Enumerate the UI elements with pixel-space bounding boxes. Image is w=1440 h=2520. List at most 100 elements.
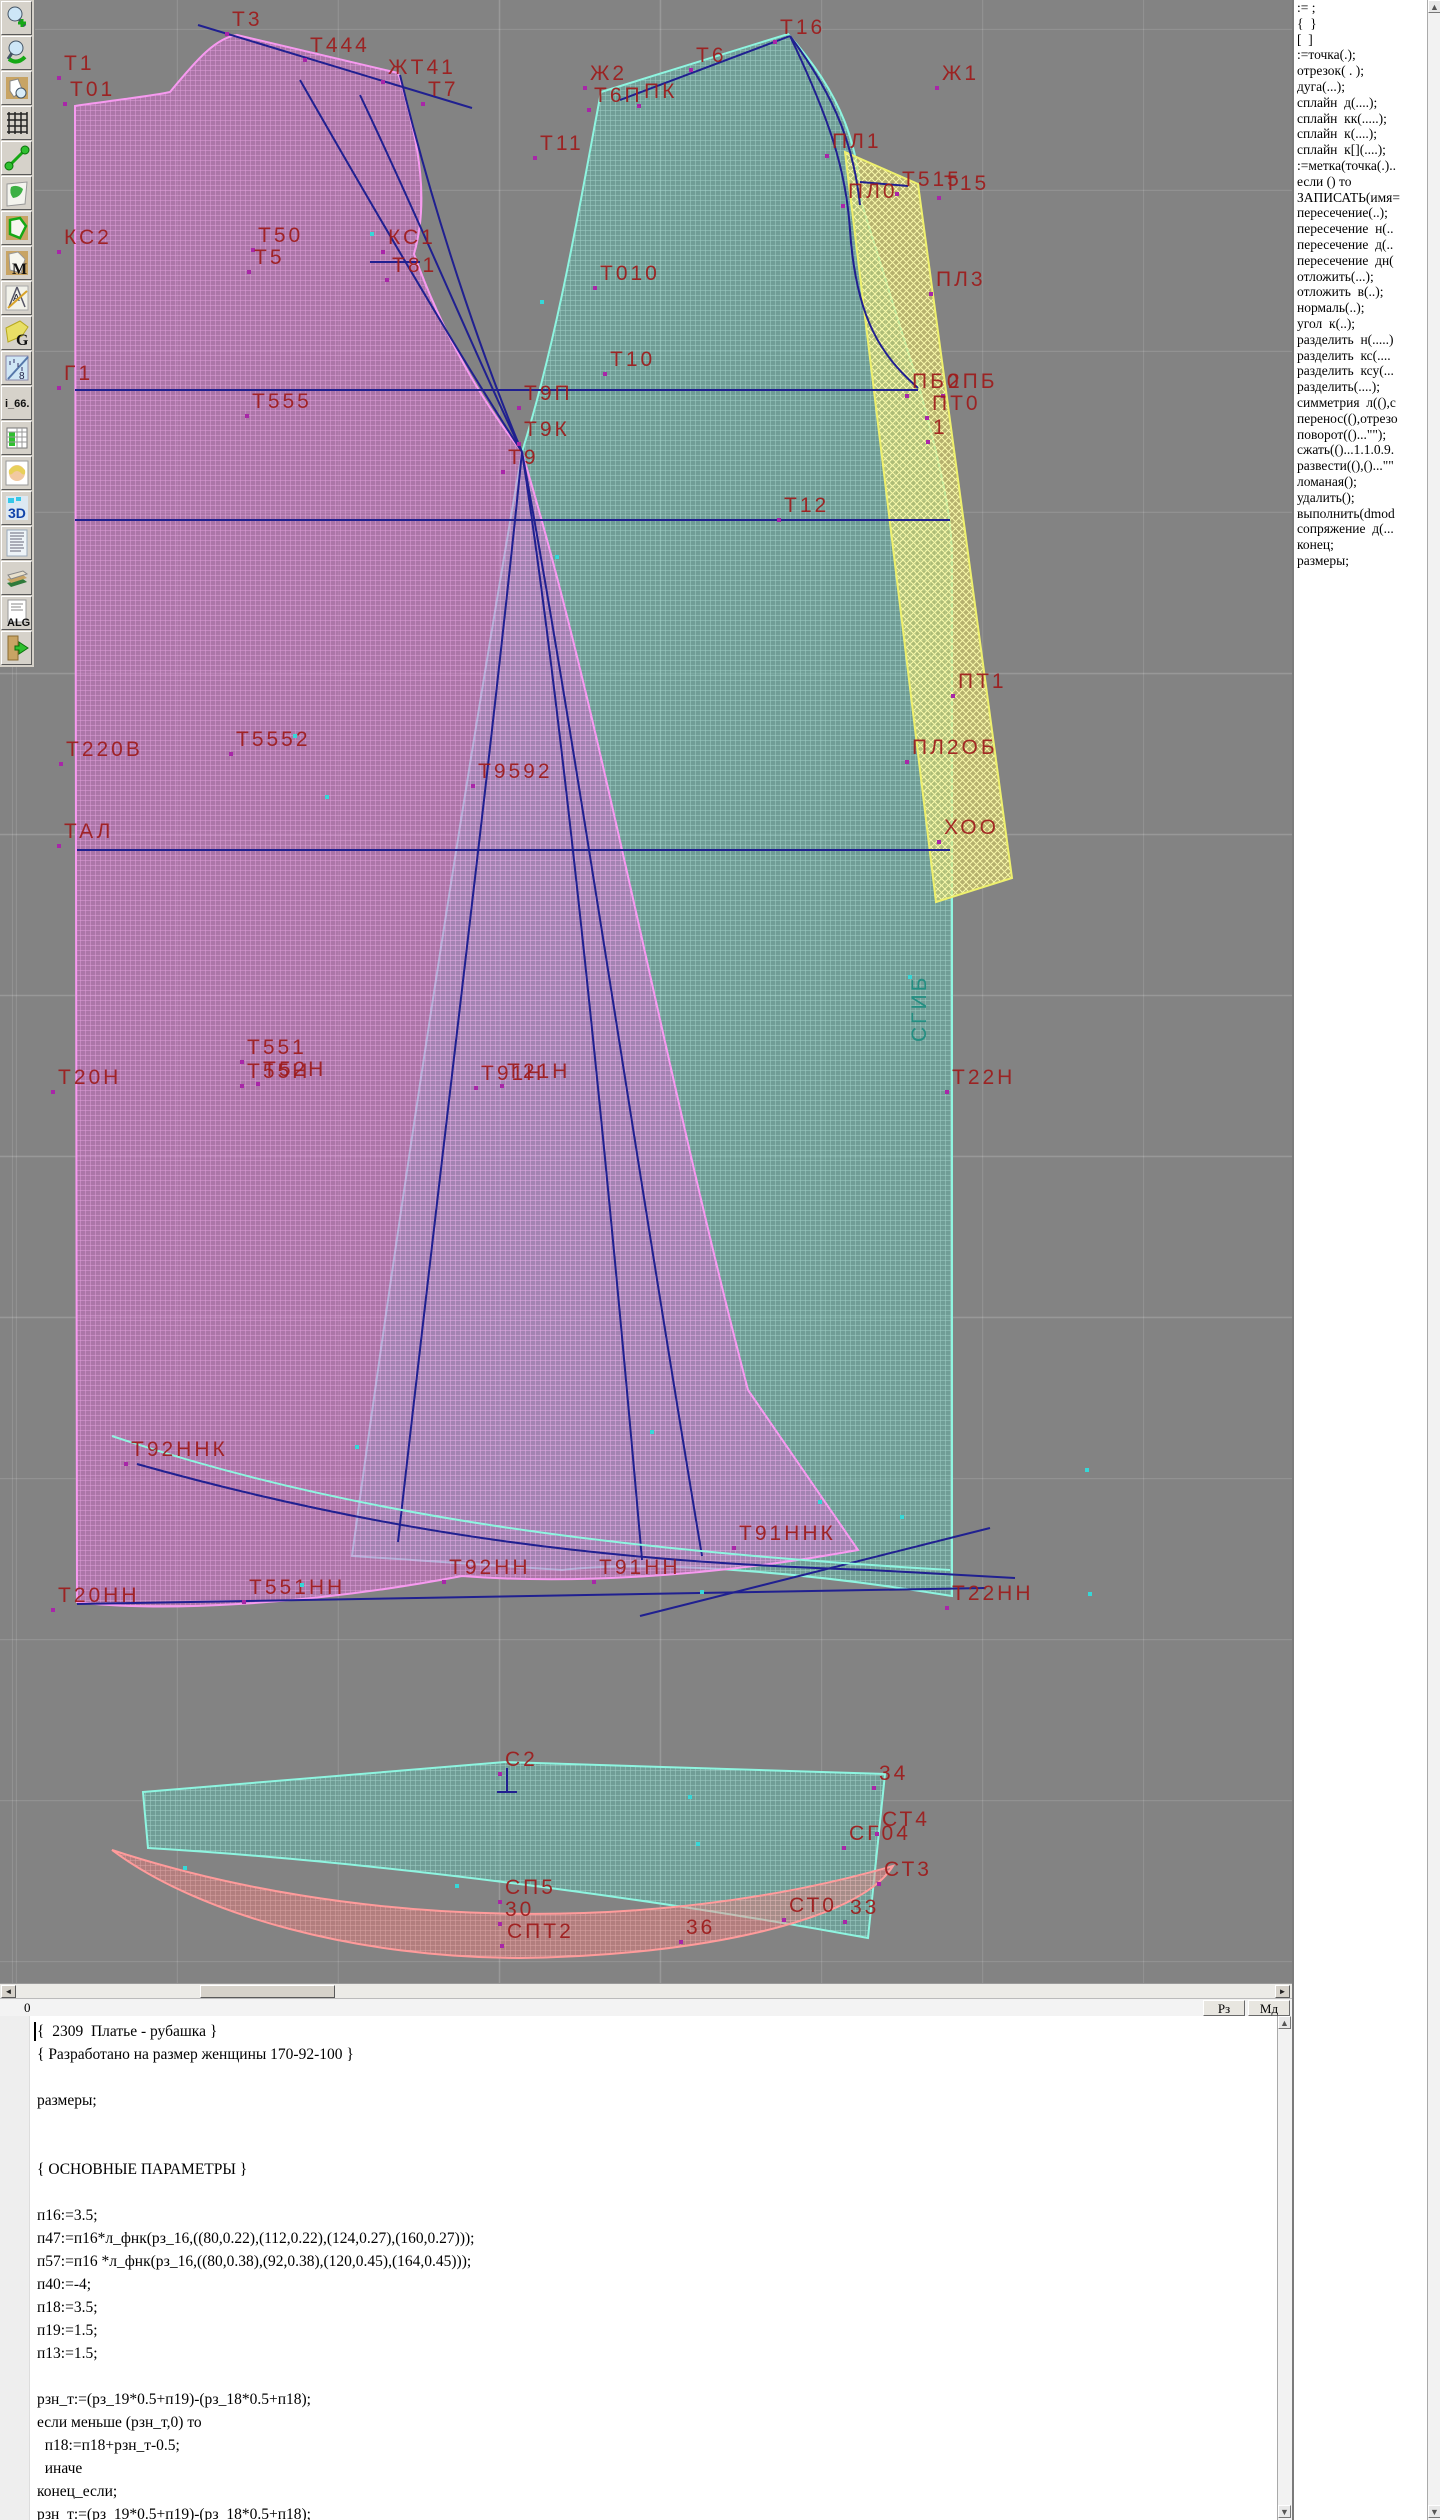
- command-item[interactable]: пересечение(..);: [1294, 205, 1427, 221]
- command-item[interactable]: [ ]: [1294, 32, 1427, 48]
- command-item[interactable]: нормаль(..);: [1294, 300, 1427, 316]
- point-marker[interactable]: [240, 1060, 244, 1064]
- point-marker[interactable]: [843, 1920, 847, 1924]
- hscroll-thumb[interactable]: [200, 1985, 335, 1998]
- command-item[interactable]: разделить н(.....): [1294, 332, 1427, 348]
- editor-scrollbar[interactable]: ▲ ▼: [1277, 2016, 1292, 2520]
- point-marker[interactable]: [583, 86, 587, 90]
- curve-point-marker[interactable]: [908, 975, 912, 979]
- point-marker[interactable]: [501, 470, 505, 474]
- point-marker[interactable]: [841, 204, 845, 208]
- point-marker[interactable]: [247, 270, 251, 274]
- books-button[interactable]: [1, 561, 32, 595]
- point-marker[interactable]: [51, 1608, 55, 1612]
- command-item[interactable]: размеры;: [1294, 553, 1427, 569]
- point-marker[interactable]: [825, 154, 829, 158]
- point-marker[interactable]: [732, 1546, 736, 1550]
- curve-point-marker[interactable]: [293, 734, 297, 738]
- scroll-up-icon[interactable]: ▲: [1278, 2016, 1291, 2029]
- command-item[interactable]: сплайн к(....);: [1294, 126, 1427, 142]
- command-item[interactable]: поворот(()..."");: [1294, 427, 1427, 443]
- point-marker[interactable]: [63, 102, 67, 106]
- command-item[interactable]: если () то: [1294, 174, 1427, 190]
- point-marker[interactable]: [951, 694, 955, 698]
- scroll-left-icon[interactable]: ◄: [1, 1985, 16, 1998]
- point-marker[interactable]: [937, 196, 941, 200]
- scroll-up-icon[interactable]: ▲: [1428, 0, 1440, 13]
- exit-button[interactable]: [1, 631, 32, 665]
- command-item[interactable]: сплайн д(....);: [1294, 95, 1427, 111]
- command-item[interactable]: сплайн кк(.....);: [1294, 111, 1427, 127]
- command-item[interactable]: пересечение н(..: [1294, 221, 1427, 237]
- curve-point-marker[interactable]: [325, 795, 329, 799]
- pattern-g-button[interactable]: G: [1, 316, 32, 350]
- command-item[interactable]: разделить кс(....: [1294, 348, 1427, 364]
- point-marker[interactable]: [925, 416, 929, 420]
- point-marker[interactable]: [872, 1786, 876, 1790]
- point-marker[interactable]: [926, 440, 930, 444]
- point-marker[interactable]: [225, 32, 229, 36]
- point-marker[interactable]: [905, 394, 909, 398]
- point-marker[interactable]: [498, 1772, 502, 1776]
- command-item[interactable]: ЗАПИСАТЬ(имя=: [1294, 190, 1427, 206]
- algorithm-editor[interactable]: { 2309 Платье - рубашка } { Разработано …: [0, 2016, 1277, 2520]
- point-marker[interactable]: [442, 1580, 446, 1584]
- canvas-hscrollbar[interactable]: ◄ ►: [0, 1983, 1292, 1998]
- doc-list-button[interactable]: [1, 526, 32, 560]
- point-marker[interactable]: [229, 752, 233, 756]
- point-marker[interactable]: [679, 1940, 683, 1944]
- command-item[interactable]: :=метка(точка(.)..: [1294, 158, 1427, 174]
- point-marker[interactable]: [240, 1084, 244, 1088]
- point-marker[interactable]: [381, 80, 385, 84]
- panel-scrollbar[interactable]: ▲ ▼: [1427, 0, 1440, 2520]
- point-marker[interactable]: [533, 156, 537, 160]
- curve-point-marker[interactable]: [370, 232, 374, 236]
- grid-button[interactable]: [1, 106, 32, 140]
- command-item[interactable]: { }: [1294, 16, 1427, 32]
- command-item[interactable]: := ;: [1294, 0, 1427, 16]
- curve-point-marker[interactable]: [300, 1583, 304, 1587]
- pattern-lens-button[interactable]: [1, 71, 32, 105]
- point-marker[interactable]: [303, 58, 307, 62]
- point-marker[interactable]: [57, 386, 61, 390]
- command-item[interactable]: отложить(...);: [1294, 269, 1427, 285]
- point-marker[interactable]: [500, 1084, 504, 1088]
- command-item[interactable]: выполнить(dmod: [1294, 506, 1427, 522]
- threed-button[interactable]: 3D: [1, 491, 32, 525]
- command-item[interactable]: удалить();: [1294, 490, 1427, 506]
- zoom-prev-button[interactable]: [1, 36, 32, 70]
- curve-point-marker[interactable]: [1085, 1468, 1089, 1472]
- curve-point-marker[interactable]: [555, 555, 559, 559]
- command-item[interactable]: сжать(()...1.1.0.9.: [1294, 442, 1427, 458]
- point-marker[interactable]: [471, 784, 475, 788]
- point-marker[interactable]: [593, 286, 597, 290]
- command-item[interactable]: пересечение д(..: [1294, 237, 1427, 253]
- point-marker[interactable]: [385, 278, 389, 282]
- point-marker[interactable]: [421, 102, 425, 106]
- command-item[interactable]: отложить в(..);: [1294, 284, 1427, 300]
- command-item[interactable]: дуга(...);: [1294, 79, 1427, 95]
- curve-point-marker[interactable]: [900, 1515, 904, 1519]
- point-marker[interactable]: [51, 1090, 55, 1094]
- command-item[interactable]: :=точка(.);: [1294, 47, 1427, 63]
- md-button[interactable]: Мд: [1248, 2000, 1290, 2016]
- table-button[interactable]: [1, 421, 32, 455]
- point-marker[interactable]: [256, 1082, 260, 1086]
- point-marker[interactable]: [777, 518, 781, 522]
- command-item[interactable]: отрезок( . );: [1294, 63, 1427, 79]
- curve-point-marker[interactable]: [818, 1500, 822, 1504]
- scroll-down-icon[interactable]: ▼: [1428, 2505, 1440, 2518]
- point-marker[interactable]: [587, 108, 591, 112]
- point-marker[interactable]: [57, 844, 61, 848]
- pattern-m-button[interactable]: M: [1, 246, 32, 280]
- pattern-outline-button[interactable]: [1, 211, 32, 245]
- point-marker[interactable]: [935, 86, 939, 90]
- command-item[interactable]: разделить(....);: [1294, 379, 1427, 395]
- command-item[interactable]: сопряжение д(...: [1294, 521, 1427, 537]
- point-marker[interactable]: [381, 250, 385, 254]
- command-item[interactable]: пересечение дн(: [1294, 253, 1427, 269]
- point-marker[interactable]: [500, 1944, 504, 1948]
- point-marker[interactable]: [877, 1882, 881, 1886]
- point-marker[interactable]: [124, 1462, 128, 1466]
- point-marker[interactable]: [937, 840, 941, 844]
